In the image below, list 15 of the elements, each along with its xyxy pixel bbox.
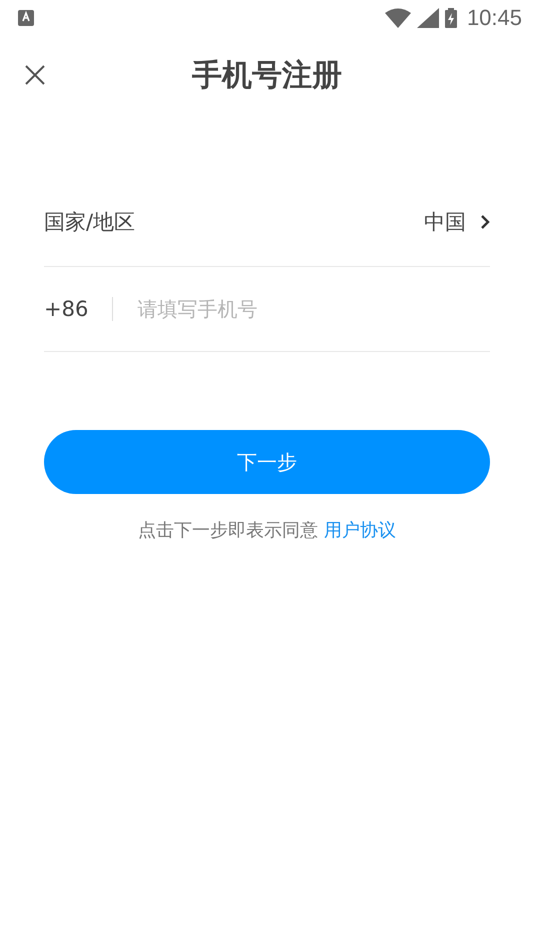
- user-agreement-link[interactable]: 用户协议: [324, 520, 396, 541]
- status-time: 10:45: [466, 5, 522, 31]
- country-selector[interactable]: 国家/地区 中国: [44, 180, 490, 267]
- close-icon[interactable]: [25, 65, 45, 85]
- page-title: 手机号注册: [192, 56, 342, 94]
- agreement-text: 点击下一步即表示同意: [138, 520, 318, 541]
- next-button[interactable]: 下一步: [44, 430, 490, 494]
- keyboard-icon: [18, 10, 34, 26]
- country-code: +86: [44, 297, 88, 321]
- wifi-icon: [384, 8, 411, 28]
- battery-icon: [444, 8, 457, 28]
- chevron-right-icon: [480, 214, 490, 230]
- country-value: 中国: [424, 209, 466, 236]
- country-label: 国家/地区: [44, 209, 136, 236]
- signal-icon: [416, 8, 439, 28]
